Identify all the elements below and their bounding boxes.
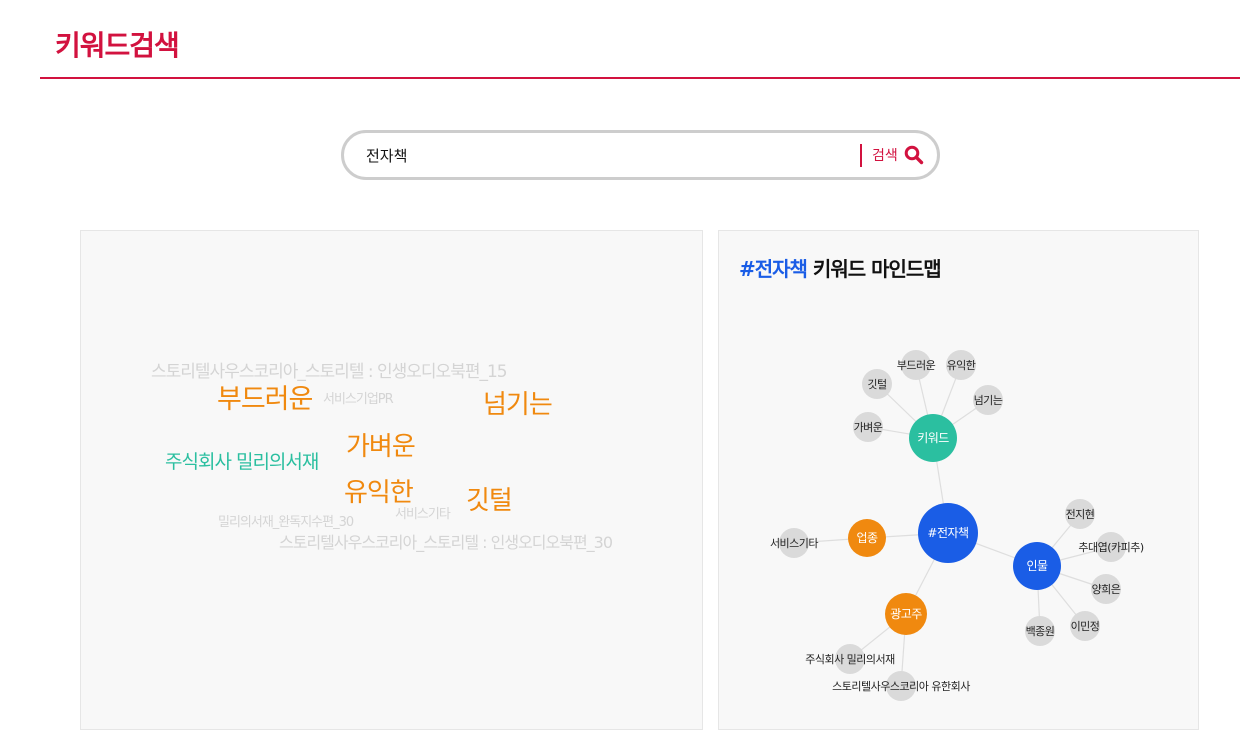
- cloud-word[interactable]: 서비스기타: [395, 503, 451, 522]
- mindmap-leaf-node[interactable]: 이민정: [1070, 611, 1100, 641]
- mindmap-leaf-node[interactable]: 전지현: [1065, 499, 1095, 529]
- cloud-word[interactable]: 주식회사 밀리의서재: [165, 447, 319, 474]
- mindmap-hub-industry-label: 업종: [856, 531, 878, 545]
- mindmap-leaf-node-label: 전지현: [1066, 508, 1095, 521]
- search-divider: [860, 144, 862, 167]
- mindmap-leaf-node-label: 부드러운: [897, 359, 936, 372]
- mindmap-hub-person-label: 인물: [1026, 559, 1048, 573]
- mindmap-leaf-node-label: 이민정: [1071, 620, 1100, 633]
- mindmap-leaf-node-label: 깃털: [867, 378, 887, 391]
- mindmap-leaf-node-label: 가벼운: [854, 421, 883, 434]
- mindmap-leaf-node[interactable]: 양희은: [1091, 574, 1121, 604]
- mindmap-center-node[interactable]: #전자책: [918, 503, 978, 563]
- title-divider: [40, 77, 1240, 79]
- mindmap-leaf-node[interactable]: 부드러운: [897, 350, 936, 380]
- mindmap-leaf-node[interactable]: 스토리텔사우스코리아 유한회사: [832, 671, 971, 701]
- mindmap-hub-keyword-label: 키워드: [917, 431, 949, 445]
- mindmap-leaf-node-label: 유익한: [947, 359, 976, 372]
- mindmap-panel: #전자책 키워드 마인드맵 부드러운 유익한 깃털 넘기는 가벼운 서비스기타 주식회사 밀…: [718, 230, 1199, 730]
- mindmap-leaf-node-label: 주식회사 밀리의서재: [805, 653, 895, 666]
- cloud-word[interactable]: 깃털: [466, 480, 513, 517]
- keyword-mindmap: 부드러운 유익한깃털넘기는가벼운서비스기타주식회사 밀리의서재스토리텔사우스코리아…: [770, 350, 1144, 701]
- search-button-label: 검색: [872, 148, 898, 164]
- cloud-word[interactable]: 스토리텔사우스코리아_스토리텔 : 인생오디오북편_15: [151, 357, 508, 382]
- mindmap-leaf-node[interactable]: 유익한: [946, 350, 976, 380]
- cloud-word[interactable]: 넘기는: [483, 384, 553, 421]
- mindmap-leaf-node[interactable]: 깃털: [862, 369, 892, 399]
- word-cloud-panel: 스토리텔사우스코리아_스토리텔 : 인생오디오북편_15 부드러운 서비스기업P…: [80, 230, 703, 730]
- mindmap-hub-person[interactable]: 인물: [1013, 542, 1061, 590]
- cloud-word[interactable]: 가벼운: [346, 426, 416, 463]
- mindmap-hub-keyword[interactable]: 키워드: [909, 414, 957, 462]
- mindmap-hub-advertiser[interactable]: 광고주: [885, 593, 927, 635]
- search-input[interactable]: [366, 133, 846, 177]
- mindmap-leaf-node-label: 백종원: [1026, 625, 1055, 638]
- mindmap-leaf-node[interactable]: 넘기는: [973, 385, 1003, 415]
- mindmap-leaf-node-label: 양희은: [1092, 583, 1121, 596]
- mindmap-hub-industry[interactable]: 업종: [848, 519, 886, 557]
- mindmap-leaf-node[interactable]: 가벼운: [853, 412, 883, 442]
- mindmap-leaf-node-label: 추대엽(카피추): [1078, 541, 1144, 554]
- mindmap-leaf-node[interactable]: 서비스기타: [770, 528, 819, 558]
- mindmap-leaf-node-label: 서비스기타: [770, 537, 818, 550]
- mindmap-leaf-node[interactable]: 백종원: [1025, 616, 1055, 646]
- search-bar: 검색: [341, 130, 940, 180]
- page-title: 키워드검색: [55, 29, 180, 62]
- cloud-word[interactable]: 부드러운: [217, 377, 313, 416]
- cloud-word[interactable]: 스토리텔사우스코리아_스토리텔 : 인생오디오북편_30: [279, 529, 613, 553]
- mindmap-leaf-node-label: 넘기는: [974, 394, 1003, 407]
- cloud-word[interactable]: 밀리의서재_완독지수편_30: [218, 511, 354, 530]
- mindmap-hub-advertiser-label: 광고주: [890, 607, 922, 621]
- mindmap-leaf-node-label: 스토리텔사우스코리아 유한회사: [832, 680, 970, 693]
- search-icon: [904, 145, 923, 165]
- mindmap-center-node-label: #전자책: [927, 525, 968, 540]
- mindmap-leaf-node[interactable]: 주식회사 밀리의서재: [805, 644, 896, 674]
- search-button[interactable]: 검색: [872, 133, 924, 177]
- mindmap-leaf-node[interactable]: 추대엽(카피추): [1078, 532, 1144, 562]
- cloud-word[interactable]: 서비스기업PR: [323, 388, 394, 407]
